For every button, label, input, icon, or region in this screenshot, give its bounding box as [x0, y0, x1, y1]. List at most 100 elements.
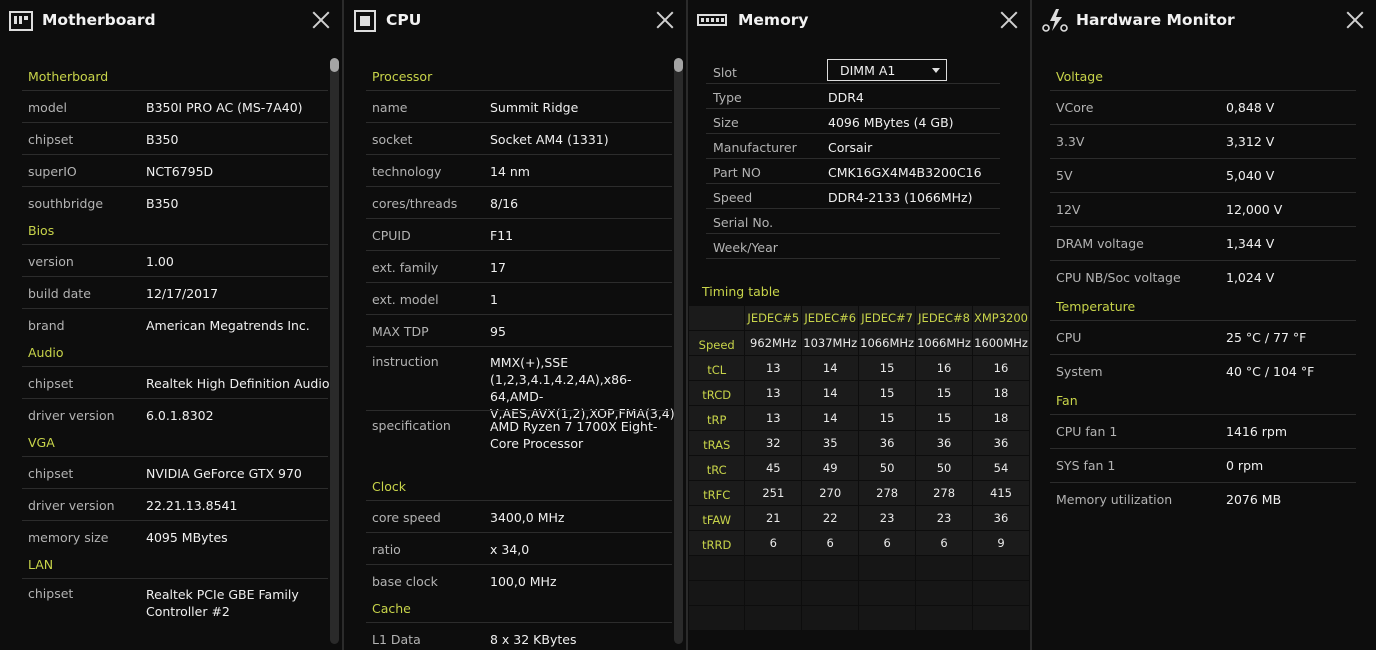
info-label: System [1056, 364, 1103, 379]
info-label: version [28, 254, 74, 269]
hardware-monitor-icon [1042, 9, 1068, 32]
motherboard-icon [9, 11, 33, 31]
timing-cell: 415 [972, 480, 1030, 506]
info-label: chipset [28, 132, 74, 147]
memory-row: Manufacturer Corsair [706, 134, 1000, 159]
section-title: LAN [28, 557, 54, 572]
slot-selected-value: DIMM A1 [840, 63, 896, 78]
timing-table: JEDEC#5 JEDEC#6 JEDEC#7 JEDEC#8 XMP3200 Speed… [688, 305, 1030, 631]
timing-cell: 962MHz [744, 330, 803, 356]
info-value: B350 [146, 196, 179, 211]
info-row: Memory utilization 2076 MB [1050, 482, 1356, 516]
info-row: CPU fan 1 1416 rpm [1050, 414, 1356, 448]
timing-cell: 6 [915, 530, 973, 556]
info-value: 25 °C / 77 °F [1226, 330, 1307, 345]
timing-row-header: tCL [688, 355, 746, 381]
info-label: cores/threads [372, 196, 458, 211]
timing-cell: 15 [915, 405, 973, 431]
timing-cell: 1600MHz [972, 330, 1030, 356]
memory-label: Size [713, 115, 739, 130]
timing-column-header: JEDEC#5 [744, 305, 803, 331]
memory-label: Part NO [713, 165, 761, 180]
timing-cell: 1066MHz [858, 330, 917, 356]
memory-row: Part NO CMK16GX4M4B3200C16 [706, 159, 1000, 184]
info-row: build date 12/17/2017 [22, 276, 328, 308]
info-row: driver version 6.0.1.8302 [22, 398, 328, 430]
timing-cell: 36 [972, 505, 1030, 531]
info-row: 3.3V 3,312 V [1050, 124, 1356, 158]
info-value: Socket AM4 (1331) [490, 132, 609, 147]
section-title: Clock [372, 479, 406, 494]
timing-cell: 35 [801, 430, 860, 456]
slot-dropdown[interactable]: DIMM A1 [827, 59, 947, 81]
timing-cell [688, 580, 746, 606]
timing-cell: 23 [858, 505, 917, 531]
info-row: ratio x 34,0 [366, 532, 672, 564]
scrollbar[interactable] [674, 58, 683, 644]
info-value: 2076 MB [1226, 492, 1282, 507]
info-label: 12V [1056, 202, 1081, 217]
timing-cell: 278 [915, 480, 973, 506]
memory-value: Corsair [828, 140, 873, 155]
memory-row: Serial No. [706, 209, 1000, 234]
info-row: technology 14 nm [366, 154, 672, 186]
timing-row: tFAW 21 22 23 23 36 [688, 505, 1030, 531]
info-row: 5V 5,040 V [1050, 158, 1356, 192]
timing-cell: 14 [801, 405, 860, 431]
memory-label: Serial No. [713, 215, 774, 230]
info-value: 3,312 V [1226, 134, 1275, 149]
info-row: brand American Megatrends Inc. [22, 308, 328, 340]
info-label: driver version [28, 498, 115, 513]
scrollbar[interactable] [330, 58, 339, 644]
close-icon[interactable] [312, 11, 330, 29]
info-label: ratio [372, 542, 401, 557]
info-value: Summit Ridge [490, 100, 579, 115]
info-row: CPU 25 °C / 77 °F [1050, 320, 1356, 354]
timing-cell [972, 555, 1030, 581]
timing-cell [688, 605, 746, 631]
scrollbar-thumb[interactable] [330, 58, 339, 72]
section-title: Audio [28, 345, 64, 360]
timing-cell [744, 605, 803, 631]
section-title: VGA [28, 435, 55, 450]
panel-title: Memory [738, 11, 809, 29]
cpu-icon [354, 10, 376, 32]
close-icon[interactable] [1346, 11, 1364, 29]
timing-row-header: tFAW [688, 505, 746, 531]
section-title: Temperature [1056, 299, 1136, 314]
panel-title: Hardware Monitor [1076, 11, 1235, 29]
info-label: chipset [28, 466, 74, 481]
memory-label: Manufacturer [713, 140, 797, 155]
close-icon[interactable] [1000, 11, 1018, 29]
panel-title: CPU [386, 11, 422, 29]
info-row: instruction MMX(+),SSE (1,2,3,4.1,4.2,4A)… [366, 346, 675, 421]
info-row: CPU NB/Soc voltage 1,024 V [1050, 260, 1356, 294]
info-label: southbridge [28, 196, 104, 211]
timing-cell: 50 [858, 455, 917, 481]
timing-cell: 13 [744, 355, 803, 381]
info-label: CPU [1056, 330, 1082, 345]
timing-cell: 45 [744, 455, 803, 481]
timing-cell: 15 [858, 405, 917, 431]
cpu-titlebar: CPU [344, 0, 686, 42]
info-value: 1.00 [146, 254, 174, 269]
section-title: Processor [372, 69, 433, 84]
slot-label: Slot [713, 65, 737, 80]
info-label: L1 Data [372, 632, 421, 647]
timing-cell [744, 580, 803, 606]
info-value: 0,848 V [1226, 100, 1275, 115]
info-value: 8/16 [490, 196, 519, 211]
timing-cell: 1037MHz [801, 330, 860, 356]
timing-cell [801, 580, 860, 606]
info-value: 14 nm [490, 164, 530, 179]
info-label: core speed [372, 510, 441, 525]
cpu-info: Processor name Summit Ridge socket Socket AM… [366, 64, 675, 650]
scrollbar-thumb[interactable] [674, 58, 683, 72]
timing-cell [858, 580, 917, 606]
timing-cell: 1066MHz [915, 330, 973, 356]
memory-icon [697, 14, 727, 26]
close-icon[interactable] [656, 11, 674, 29]
info-value: 1416 rpm [1226, 424, 1288, 439]
timing-row-header: tRP [688, 405, 746, 431]
info-row: specification AMD Ryzen 7 1700X Eight-Cor… [366, 410, 672, 474]
